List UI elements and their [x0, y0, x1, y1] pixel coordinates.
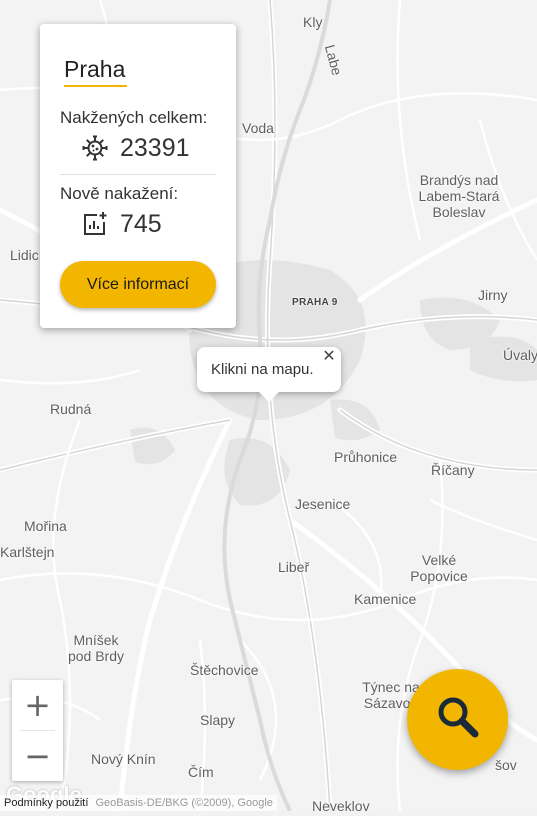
place-label: Libeř — [278, 559, 310, 575]
region-title: Praha — [64, 56, 128, 87]
place-label: Karlštejn — [0, 544, 55, 560]
total-infected-value: 23391 — [120, 133, 190, 162]
place-label: Mořina — [24, 518, 67, 534]
close-icon[interactable]: ✕ — [321, 349, 337, 365]
place-label: Lidic — [10, 247, 39, 263]
place-label: Průhonice — [334, 449, 398, 465]
virus-icon — [82, 135, 108, 161]
place-label: Velké Popovice — [410, 552, 468, 584]
total-infected-label: Nakžených celkem: — [60, 108, 208, 127]
place-label: Slapy — [200, 712, 236, 728]
place-label: PRAHA 9 — [292, 297, 338, 308]
place-label: Brandýs nad Labem-Stará Boleslav — [418, 172, 500, 220]
zoom-control: + − — [12, 680, 63, 781]
search-button[interactable] — [407, 669, 508, 770]
place-label: Jesenice — [295, 496, 351, 512]
place-label: Čím — [188, 764, 214, 780]
more-info-button[interactable]: Více informací — [60, 261, 216, 308]
place-label: Kamenice — [354, 591, 417, 607]
new-infected-value: 745 — [120, 209, 162, 238]
new-infected-label: Nově nakažení: — [60, 184, 179, 203]
map-hint-text: Klikni na mapu. — [211, 361, 314, 378]
place-label: šov — [495, 757, 517, 773]
divider — [60, 174, 216, 175]
place-label: Jirny — [478, 287, 508, 303]
chart-plus-icon — [82, 211, 108, 237]
place-label: Štěchovice — [190, 662, 259, 678]
map-attribution: Podmínky použití GeoBasis-DE/BKG (©2009)… — [0, 795, 277, 811]
new-infected-row: 745 — [82, 209, 162, 239]
place-label: Mníšek pod Brdy — [67, 632, 125, 664]
place-label: Úvaly — [503, 347, 537, 363]
place-label: Voda — [242, 120, 274, 136]
place-label: Říčany — [431, 462, 475, 478]
zoom-in-button[interactable]: + — [12, 680, 63, 730]
map-credits: GeoBasis-DE/BKG (©2009), Google — [95, 797, 273, 809]
place-label: Nový Knín — [91, 751, 156, 767]
zoom-out-button[interactable]: − — [12, 731, 63, 781]
terms-link[interactable]: Podmínky použití — [4, 797, 88, 809]
total-infected-row: 23391 — [82, 133, 190, 163]
region-info-card: Praha Nakžených celkem: 23391 Nově nakaž… — [40, 24, 236, 328]
place-label: Neveklov — [312, 798, 370, 814]
search-icon — [434, 693, 482, 746]
place-label: Rudná — [50, 401, 92, 417]
map-hint-tooltip: Klikni na mapu. ✕ — [197, 347, 341, 402]
place-label: Kly — [303, 14, 323, 30]
